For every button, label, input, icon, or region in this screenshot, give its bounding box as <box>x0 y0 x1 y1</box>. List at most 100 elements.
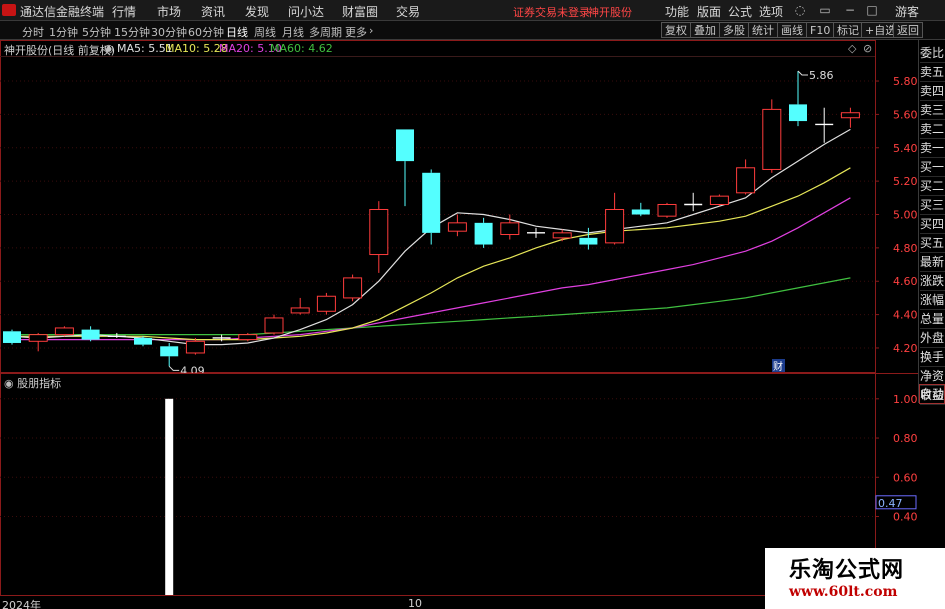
auto-button[interactable]: 自动 <box>919 384 945 404</box>
period-more[interactable]: 更多 <box>345 24 367 40</box>
period-multi[interactable]: 多周期 <box>309 24 342 40</box>
candle <box>369 201 389 273</box>
ma-toggle-icon[interactable]: ◉ <box>104 42 114 55</box>
biaoji-button[interactable]: 标记 <box>833 22 863 38</box>
huaxian-button[interactable]: 画线 <box>777 22 807 38</box>
guest-label[interactable]: 游客 <box>895 3 919 20</box>
price-tick-label: 5.60 <box>893 108 918 121</box>
price-tick-label: 5.00 <box>893 209 918 222</box>
period-5min[interactable]: 5分钟 <box>82 24 111 40</box>
side-change[interactable]: 涨跌 <box>920 272 945 291</box>
maximize-icon[interactable]: □ <box>865 3 879 17</box>
menu-zixun[interactable]: 资讯 <box>201 3 225 20</box>
candle <box>474 217 493 248</box>
candle-body <box>422 172 441 233</box>
indicator-toggle-icon[interactable]: ◉ <box>4 377 14 390</box>
login-warning[interactable]: 证券交易未登录 <box>513 4 590 20</box>
menu-jiaoyi[interactable]: 交易 <box>396 3 420 20</box>
candle <box>212 334 231 342</box>
price-tick-label: 5.80 <box>893 75 918 88</box>
candle-body <box>552 232 572 239</box>
candle-body <box>54 327 74 336</box>
menu-faxian[interactable]: 发现 <box>245 3 269 20</box>
side-sell3[interactable]: 卖三 <box>920 101 945 120</box>
menu-gongshi[interactable]: 公式 <box>728 3 752 20</box>
back-button[interactable]: 返回 <box>893 22 923 38</box>
side-buy2[interactable]: 买二 <box>920 177 945 196</box>
indicator-title: 股朋指标 <box>17 377 62 390</box>
quote-side-panel: 委比 卖五 卖四 卖三 卖二 卖一 买一 买二 买三 买四 买五 最新 涨跌 涨… <box>918 40 945 405</box>
period-60min[interactable]: 60分钟 <box>188 24 224 40</box>
period-1min[interactable]: 1分钟 <box>49 24 78 40</box>
headset-icon[interactable]: ◌ <box>793 3 807 17</box>
indicator-bar <box>165 398 174 595</box>
more-arrow-icon[interactable]: › <box>369 24 373 37</box>
ma60-label: MA60: 4.62 <box>270 42 333 55</box>
side-sell5[interactable]: 卖五 <box>920 63 945 82</box>
ma60-line <box>12 277 851 336</box>
period-daily[interactable]: 日线 <box>226 24 248 40</box>
side-volume[interactable]: 总量 <box>920 310 945 329</box>
menu-wenxiaoda[interactable]: 问小达 <box>288 3 324 20</box>
duogu-button[interactable]: 多股 <box>719 22 749 38</box>
price-tick-label: 5.20 <box>893 175 918 188</box>
price-tick-label: 4.80 <box>893 242 918 255</box>
price-tick-label: 4.60 <box>893 275 918 288</box>
side-sell1[interactable]: 卖一 <box>920 139 945 158</box>
side-sell4[interactable]: 卖四 <box>920 82 945 101</box>
candle-body <box>396 129 414 162</box>
period-toolbar: 分时 1分钟 5分钟 15分钟 30分钟 60分钟 日线 周线 月线 多周期 更… <box>0 21 945 40</box>
menu-shichang[interactable]: 市场 <box>157 3 181 20</box>
candle <box>160 342 179 367</box>
fuquan-button[interactable]: 复权 <box>661 22 691 38</box>
side-sell2[interactable]: 卖二 <box>920 120 945 139</box>
menu-xuanxiang[interactable]: 选项 <box>759 3 783 20</box>
menu-hangqing[interactable]: 行情 <box>112 3 136 20</box>
period-15min[interactable]: 15分钟 <box>114 24 150 40</box>
candle <box>631 202 650 217</box>
tongji-button[interactable]: 统计 <box>748 22 778 38</box>
side-buy4[interactable]: 买四 <box>920 215 945 234</box>
low-marker-line <box>168 365 180 371</box>
side-outer[interactable]: 外盘 <box>920 329 945 348</box>
candle <box>579 227 598 250</box>
candle <box>290 297 310 315</box>
candle <box>736 159 756 195</box>
side-buy3[interactable]: 买三 <box>920 196 945 215</box>
indicator-current-value: 0.47 <box>878 497 903 510</box>
candle <box>316 292 336 315</box>
menu-gongneng[interactable]: 功能 <box>665 3 689 20</box>
candle-body <box>840 112 860 119</box>
candle <box>81 326 100 342</box>
period-fenshi[interactable]: 分时 <box>22 24 44 40</box>
candle <box>527 227 545 238</box>
side-latest[interactable]: 最新 <box>920 253 945 272</box>
candle <box>815 107 834 143</box>
candle <box>343 274 363 302</box>
indicator-tick-label: 1.00 <box>893 393 918 406</box>
period-30min[interactable]: 30分钟 <box>151 24 187 40</box>
side-turnover[interactable]: 换手 <box>920 348 945 367</box>
minimize-icon[interactable]: − <box>843 3 857 17</box>
diejia-button[interactable]: 叠加 <box>690 22 720 38</box>
candle-body <box>81 329 100 340</box>
side-change-pct[interactable]: 涨幅 <box>920 291 945 310</box>
candle <box>185 337 205 355</box>
period-weekly[interactable]: 周线 <box>254 24 276 40</box>
side-weibi[interactable]: 委比 <box>920 44 945 63</box>
menu-banmian[interactable]: 版面 <box>697 3 721 20</box>
side-buy1[interactable]: 买一 <box>920 158 945 177</box>
watermark-url: www.60lt.com <box>789 584 898 600</box>
candle-body <box>238 334 258 341</box>
skin-icon[interactable]: ▭ <box>818 3 832 17</box>
candle-body <box>134 337 152 345</box>
candle <box>657 202 677 218</box>
menu-caifuquan[interactable]: 财富圈 <box>342 3 378 20</box>
side-buy5[interactable]: 买五 <box>920 234 945 253</box>
price-chart[interactable]: 5.805.605.405.205.004.804.604.404.20◇ ⊘5.… <box>0 40 918 373</box>
high-marker-line <box>797 70 808 76</box>
candle <box>396 129 414 207</box>
f10-button[interactable]: F10 <box>806 22 835 38</box>
period-monthly[interactable]: 月线 <box>282 24 304 40</box>
watermark: 乐淘公式网 www.60lt.com <box>765 548 945 609</box>
